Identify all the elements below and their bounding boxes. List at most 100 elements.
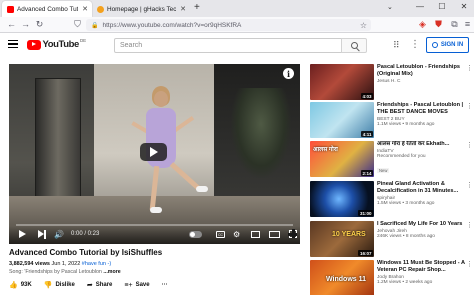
- autoplay-toggle[interactable]: [189, 231, 202, 238]
- video-frame-plant: [231, 88, 291, 178]
- recommendation-thumbnail[interactable]: 10 YEARS 16:07: [310, 221, 374, 257]
- recommendation-title[interactable]: Friendships - Pascal Letoublon | THE BES…: [377, 102, 465, 116]
- recommendation-title[interactable]: I Sacrificed My Life For 10 Years: [377, 221, 465, 228]
- tracking-shield-icon[interactable]: ⛉: [72, 19, 83, 30]
- search-button[interactable]: [341, 38, 367, 53]
- tab-youtube[interactable]: Advanced Combo Tutorial by Is ✕: [2, 1, 92, 17]
- recommendation-channel[interactable]: Jesus H. C: [377, 79, 465, 84]
- recommendation-views: Recommended for you: [377, 154, 426, 159]
- recommendation-title[interactable]: आलस गोरा हे रेतेतो कर Ekhath...: [377, 141, 465, 148]
- ublock-icon[interactable]: ⛊: [433, 19, 444, 30]
- url-text: https://www.youtube.com/watch?v=or9qHSKf…: [102, 21, 242, 29]
- bookmark-star-icon[interactable]: ☆: [360, 21, 367, 30]
- video-duration: 31:00: [358, 210, 373, 216]
- reload-button[interactable]: ↻: [34, 19, 45, 30]
- video-duration: 4:11: [361, 131, 373, 137]
- like-button[interactable]: 👍 93K: [9, 281, 32, 289]
- recommendation-item[interactable]: 10 YEARS 16:07 I Sacrificed My Life For …: [310, 221, 473, 258]
- fullscreen-icon[interactable]: [288, 229, 297, 238]
- search-input[interactable]: Search: [114, 38, 342, 53]
- recommendation-item[interactable]: Windows 11 Windows 11 Must Be Stopped - …: [310, 260, 473, 295]
- recommendation-thumbnail[interactable]: 31:00: [310, 181, 374, 217]
- volume-icon[interactable]: 🔊: [54, 230, 64, 240]
- extensions-icon[interactable]: ⧉: [449, 19, 460, 30]
- hashtag-link[interactable]: #have fun -): [82, 261, 111, 267]
- save-playlist-icon: ≡+: [124, 281, 133, 289]
- recommendation-info: I Sacrificed My Life For 10 Years Jehova…: [377, 221, 465, 239]
- recommendation-title[interactable]: Pineal Gland Activation & Decalcificatio…: [377, 181, 465, 195]
- recommendation-info: Pineal Gland Activation & Decalcificatio…: [377, 181, 465, 206]
- show-more-link[interactable]: ...more: [103, 269, 120, 275]
- close-window-button[interactable]: ✕: [458, 2, 470, 11]
- close-tab-icon[interactable]: ✕: [82, 5, 88, 13]
- recommendation-menu-icon[interactable]: ⋮: [466, 103, 473, 110]
- sign-in-label: SIGN IN: [440, 42, 464, 48]
- thumbs-up-icon: 👍: [9, 282, 18, 289]
- youtube-logo[interactable]: YouTube DE: [27, 38, 86, 50]
- tab-list-chevron-icon[interactable]: ⌄: [387, 3, 393, 11]
- more-actions-button[interactable]: ···: [162, 282, 168, 288]
- play-icon[interactable]: [19, 230, 26, 238]
- next-video-icon[interactable]: [38, 230, 47, 239]
- recommendation-title[interactable]: Pascal Letoublon - Friendships (Original…: [377, 64, 465, 78]
- back-button[interactable]: ←: [6, 19, 17, 30]
- pocket-icon[interactable]: ◈: [417, 19, 428, 30]
- youtube-logo-text: YouTube: [42, 39, 80, 50]
- recommendation-menu-icon[interactable]: ⋮: [466, 142, 473, 149]
- more-actions-icon: ···: [161, 282, 168, 288]
- app-menu-icon[interactable]: ≡: [462, 19, 473, 30]
- user-icon: [431, 42, 438, 48]
- time-display: 0:00 / 0:23: [71, 231, 100, 237]
- close-tab-icon[interactable]: ✕: [180, 5, 186, 13]
- dislike-button[interactable]: 👎 Dislike: [44, 281, 75, 289]
- video-title: Advanced Combo Tutorial by IsiShuffles: [9, 248, 163, 257]
- miniplayer-icon[interactable]: [251, 231, 260, 238]
- video-player[interactable]: i 🔊 0:00 / 0:23 CC ⚙: [9, 64, 300, 244]
- view-count: 3,882,594 views: [9, 261, 50, 267]
- share-label: Share: [95, 282, 113, 288]
- address-bar[interactable]: 🔒 https://www.youtube.com/watch?v=or9qHS…: [86, 19, 371, 31]
- recommendation-thumbnail[interactable]: 4:03: [310, 64, 374, 100]
- recommendation-thumbnail[interactable]: Windows 11: [310, 260, 374, 295]
- recommendation-item[interactable]: आलस गोरा 2:14 आलस गोरा हे रेतेतो कर Ekha…: [310, 141, 473, 178]
- recommendation-menu-icon[interactable]: ⋮: [466, 182, 473, 189]
- share-button[interactable]: ➦ Share: [87, 281, 113, 289]
- share-icon: ➦: [86, 282, 93, 289]
- dancer-head: [154, 91, 168, 107]
- recommendation-item[interactable]: 4:11 Friendships - Pascal Letoublon | TH…: [310, 102, 473, 139]
- tab-ghacks[interactable]: Homepage | gHacks Technolog ✕: [92, 1, 190, 17]
- recommendation-title[interactable]: Windows 11 Must Be Stopped - A Veteran P…: [377, 260, 465, 274]
- recommendation-views: 246K views • 8 months ago: [377, 234, 435, 239]
- recommendation-item[interactable]: 31:00 Pineal Gland Activation & Decalcif…: [310, 181, 473, 218]
- large-play-button[interactable]: [140, 143, 167, 161]
- apps-grid-icon[interactable]: ⠿: [393, 40, 400, 50]
- progress-bar[interactable]: [16, 224, 293, 226]
- recommendation-views: 1.2M views • 2 weeks ago: [377, 280, 433, 285]
- recommendation-menu-icon[interactable]: ⋮: [466, 222, 473, 229]
- thumbnail-caption: 10 YEARS: [332, 231, 366, 238]
- minimize-button[interactable]: —: [414, 2, 426, 11]
- recommendation-views: 1.1M views • 9 months ago: [377, 122, 435, 127]
- search-icon: [350, 42, 358, 49]
- new-tab-button[interactable]: +: [194, 3, 200, 13]
- subtitles-icon[interactable]: CC: [216, 231, 225, 238]
- video-duration: 4:03: [360, 93, 373, 99]
- recommendation-info: Windows 11 Must Be Stopped - A Veteran P…: [377, 260, 465, 285]
- thumbs-down-icon: 👎: [43, 282, 53, 289]
- theater-mode-icon[interactable]: [269, 231, 280, 238]
- sign-in-button[interactable]: SIGN IN: [426, 37, 469, 53]
- new-badge: New: [377, 168, 390, 173]
- recommendation-thumbnail[interactable]: आलस गोरा 2:14: [310, 141, 374, 177]
- settings-gear-icon[interactable]: ⚙: [233, 230, 240, 240]
- save-button[interactable]: ≡+ Save: [124, 282, 149, 289]
- guide-menu-icon[interactable]: [8, 40, 18, 48]
- recommendation-thumbnail[interactable]: 4:11: [310, 102, 374, 138]
- info-icon[interactable]: i: [283, 68, 294, 79]
- maximize-button[interactable]: ☐: [436, 2, 448, 11]
- browser-tab-bar: Advanced Combo Tutorial by Is ✕ Homepage…: [0, 0, 474, 17]
- recommendation-menu-icon[interactable]: ⋮: [466, 65, 473, 72]
- recommendation-item[interactable]: 4:03 Pascal Letoublon - Friendships (Ori…: [310, 64, 473, 101]
- more-options-icon[interactable]: ⋮: [410, 40, 420, 50]
- forward-button[interactable]: →: [20, 19, 31, 30]
- recommendation-menu-icon[interactable]: ⋮: [466, 261, 473, 268]
